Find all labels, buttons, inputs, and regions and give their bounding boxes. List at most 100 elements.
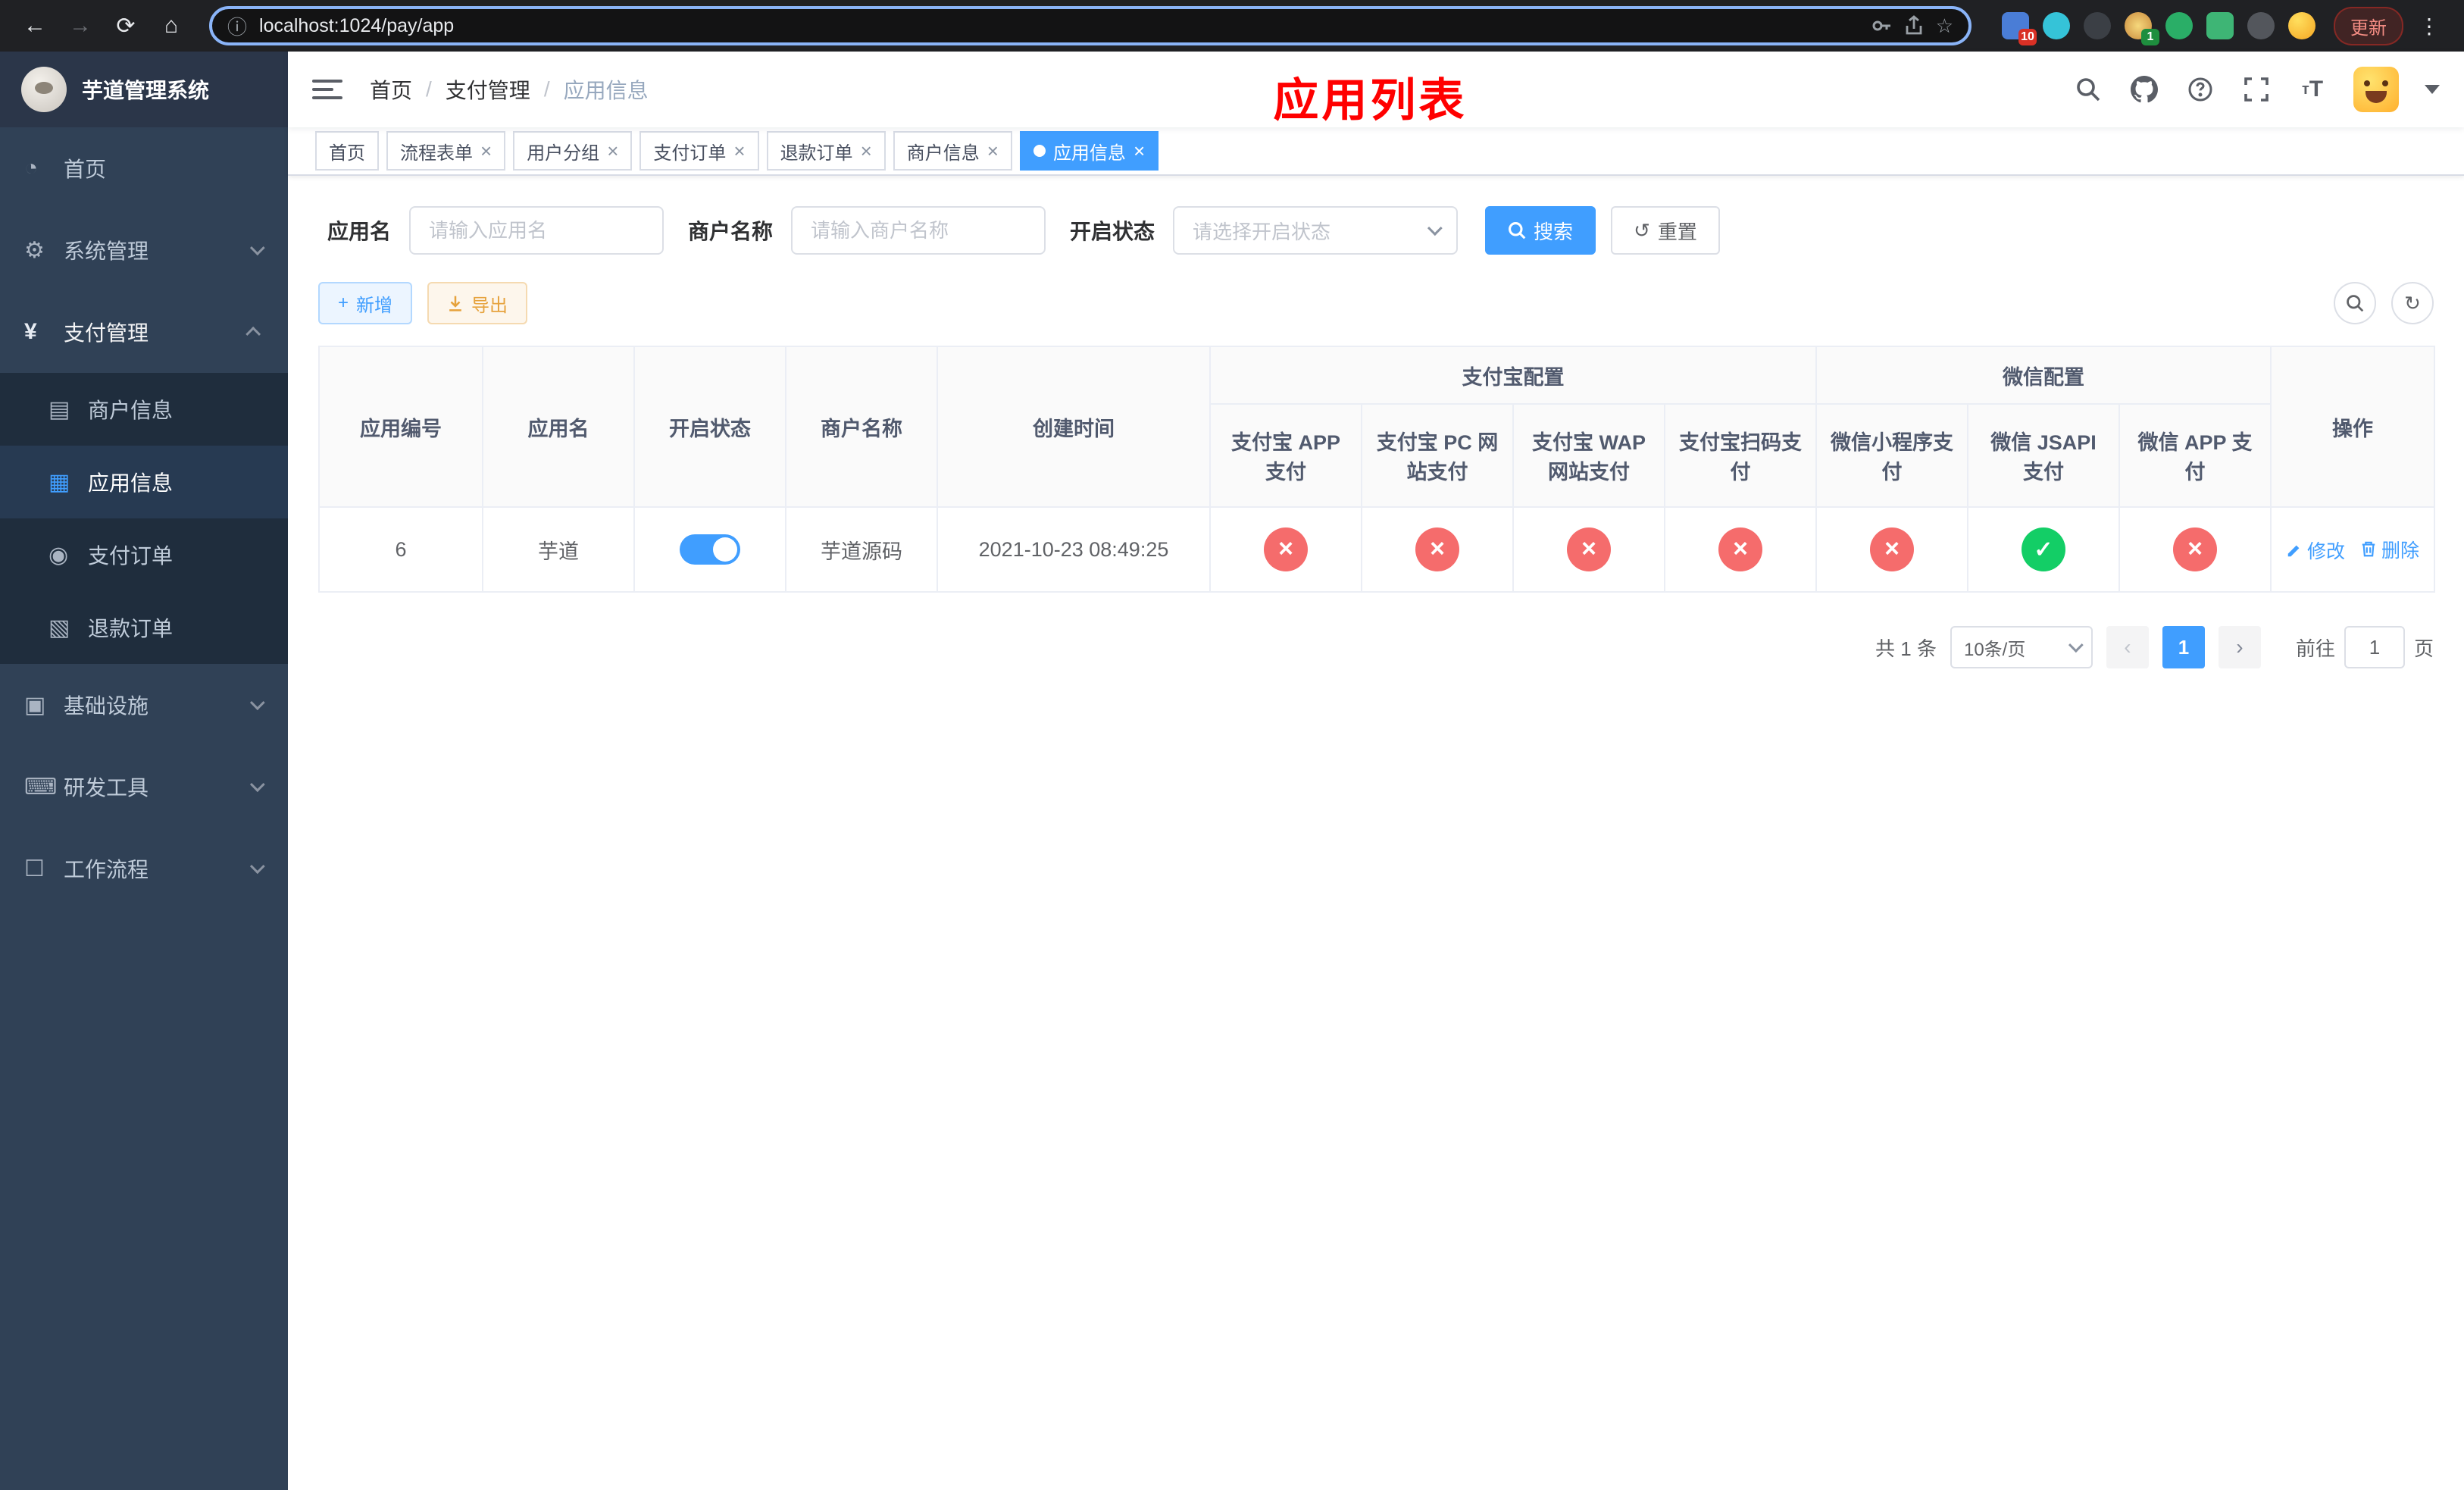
trash-icon (2362, 541, 2375, 556)
extensions-strip: 10 1 (1990, 12, 2328, 45)
status-toggle[interactable] (680, 534, 740, 565)
tab-user-group[interactable]: 用户分组 × (513, 131, 633, 171)
sidebar-item-app-info[interactable]: ▦ 应用信息 (0, 446, 288, 518)
chrome-update-button[interactable]: 更新 (2334, 6, 2403, 45)
wx-jsapi-status-icon (2022, 527, 2065, 571)
col-created: 创建时间 (937, 346, 1211, 508)
toggle-search-button[interactable] (2334, 282, 2376, 324)
extension-icon[interactable] (2247, 12, 2275, 39)
breadcrumb-payment[interactable]: 支付管理 (446, 74, 530, 105)
tab-merchant-info[interactable]: 商户信息 × (893, 131, 1012, 171)
share-icon[interactable] (1904, 15, 1924, 36)
sidebar-item-payment[interactable]: ¥ 支付管理 (0, 291, 288, 373)
total-count: 共 1 条 (1875, 637, 1937, 660)
sidebar-item-merchant-info[interactable]: ▤ 商户信息 (0, 373, 288, 446)
close-icon[interactable]: × (1134, 141, 1145, 161)
browser-toolbar: ← → ⟳ ⌂ ⓘ localhost:1024/pay/app ☆ 10 1 … (0, 0, 2464, 52)
sidebar-item-system[interactable]: ⚙ 系统管理 (0, 209, 288, 291)
page-content: 应用名 商户名称 开启状态 请选择开启状态 搜索 ↺ 重置 (288, 176, 2464, 1490)
col-group-wechat: 微信配置 (1816, 346, 2272, 405)
chevron-down-icon (249, 695, 265, 711)
browser-reload-button[interactable]: ⟳ (106, 6, 145, 45)
tags-view: 首页 流程表单 × 用户分组 × 支付订单 × 退款订单 × 商户信息 × 应用信息 × (288, 127, 2464, 176)
app-logo (21, 67, 67, 112)
search-icon[interactable] (2073, 74, 2103, 105)
sidebar-item-home[interactable]: ◔ 首页 (0, 127, 288, 209)
chevron-down-icon (249, 777, 265, 793)
grid-icon: ▦ (48, 469, 70, 495)
tab-app-info[interactable]: 应用信息 × (1019, 131, 1159, 171)
user-avatar[interactable] (2353, 67, 2399, 112)
col-merchant: 商户名称 (786, 346, 938, 508)
avatar-dropdown-caret-icon[interactable] (2425, 85, 2440, 94)
app-logo-row[interactable]: 芋道管理系统 (0, 52, 288, 127)
current-page: 1 (2162, 626, 2205, 668)
extension-icon[interactable]: 1 (2125, 12, 2159, 45)
gear-icon: ⚙ (24, 237, 45, 263)
refresh-table-button[interactable]: ↻ (2391, 282, 2434, 324)
table-toolbar: + 新增 导出 ↻ (318, 282, 2434, 324)
order-icon: ◉ (48, 542, 69, 568)
tab-refund-orders[interactable]: 退款订单 × (766, 131, 886, 171)
tab-home[interactable]: 首页 (315, 131, 379, 171)
fullscreen-icon[interactable] (2241, 74, 2272, 105)
goto-page-input[interactable] (2344, 626, 2405, 668)
next-page-button[interactable]: › (2218, 626, 2261, 668)
toolbox-icon: ⌨ (24, 774, 58, 800)
close-icon[interactable]: × (987, 141, 999, 161)
prev-page-button[interactable]: ‹ (2106, 626, 2149, 668)
chevron-down-icon (1427, 221, 1443, 236)
sidebar-item-infrastructure[interactable]: ▣ 基础设施 (0, 664, 288, 746)
sidebar-toggle-icon[interactable] (312, 74, 342, 105)
close-icon[interactable]: × (607, 141, 618, 161)
col-alipay-wap: 支付宝 WAP 网站支付 (1513, 404, 1665, 508)
reset-button[interactable]: ↺ 重置 (1611, 206, 1720, 255)
cell-app-id: 6 (319, 507, 483, 593)
card-icon: ▤ (48, 396, 70, 422)
page-size-select[interactable]: 10条/页 (1950, 626, 2093, 668)
add-button[interactable]: + 新增 (318, 282, 413, 324)
profile-avatar-icon[interactable] (2288, 12, 2315, 39)
tab-flow-form[interactable]: 流程表单 × (386, 131, 506, 171)
font-size-icon[interactable]: тT (2297, 74, 2328, 105)
close-icon[interactable]: × (861, 141, 872, 161)
url-text[interactable]: localhost:1024/pay/app (259, 15, 1859, 37)
alipay-app-status-icon (1264, 527, 1308, 571)
export-button[interactable]: 导出 (427, 282, 528, 324)
sidebar-item-workflow[interactable]: ☐ 工作流程 (0, 828, 288, 909)
sidebar-item-refund-orders[interactable]: ▧ 退款订单 (0, 591, 288, 664)
status-select[interactable]: 请选择开启状态 (1173, 206, 1459, 255)
col-group-alipay: 支付宝配置 (1210, 346, 1817, 405)
filter-form: 应用名 商户名称 开启状态 请选择开启状态 搜索 ↺ 重置 (318, 206, 2434, 255)
browser-back-button[interactable]: ← (15, 6, 55, 45)
apps-table: 应用编号 应用名 开启状态 商户名称 创建时间 支付宝配置 微信配置 操作 支付… (318, 346, 2436, 593)
chevron-down-icon (249, 859, 265, 875)
search-button[interactable]: 搜索 (1485, 206, 1596, 255)
extension-icon[interactable] (2043, 12, 2070, 39)
edit-link[interactable]: 修改 (2286, 537, 2345, 564)
browser-menu-icon[interactable]: ⋮ (2409, 14, 2449, 39)
merchant-name-input[interactable] (791, 206, 1046, 255)
sidebar-item-pay-orders[interactable]: ◉ 支付订单 (0, 518, 288, 591)
extension-icon[interactable]: 10 (2002, 12, 2037, 45)
sidebar-item-dev-tools[interactable]: ⌨ 研发工具 (0, 746, 288, 828)
help-icon[interactable] (2185, 74, 2215, 105)
app-name-input[interactable] (409, 206, 664, 255)
close-icon[interactable]: × (480, 141, 492, 161)
breadcrumb-home[interactable]: 首页 (370, 74, 412, 105)
browser-forward-button[interactable]: → (61, 6, 100, 45)
tab-pay-orders[interactable]: 支付订单 × (639, 131, 759, 171)
extension-icon[interactable] (2084, 12, 2111, 39)
address-bar[interactable]: ⓘ localhost:1024/pay/app ☆ (209, 6, 1972, 45)
browser-home-button[interactable]: ⌂ (152, 6, 191, 45)
password-key-icon[interactable] (1871, 15, 1892, 36)
close-icon[interactable]: × (733, 141, 745, 161)
site-info-icon[interactable]: ⓘ (227, 12, 247, 40)
extension-icon[interactable] (2206, 12, 2234, 39)
delete-link[interactable]: 删除 (2360, 536, 2419, 563)
refresh-icon: ↻ (2404, 291, 2421, 315)
github-icon[interactable] (2129, 74, 2159, 105)
wx-app-status-icon (2173, 527, 2217, 571)
bookmark-star-icon[interactable]: ☆ (1936, 14, 1953, 38)
extension-icon[interactable] (2165, 12, 2193, 39)
